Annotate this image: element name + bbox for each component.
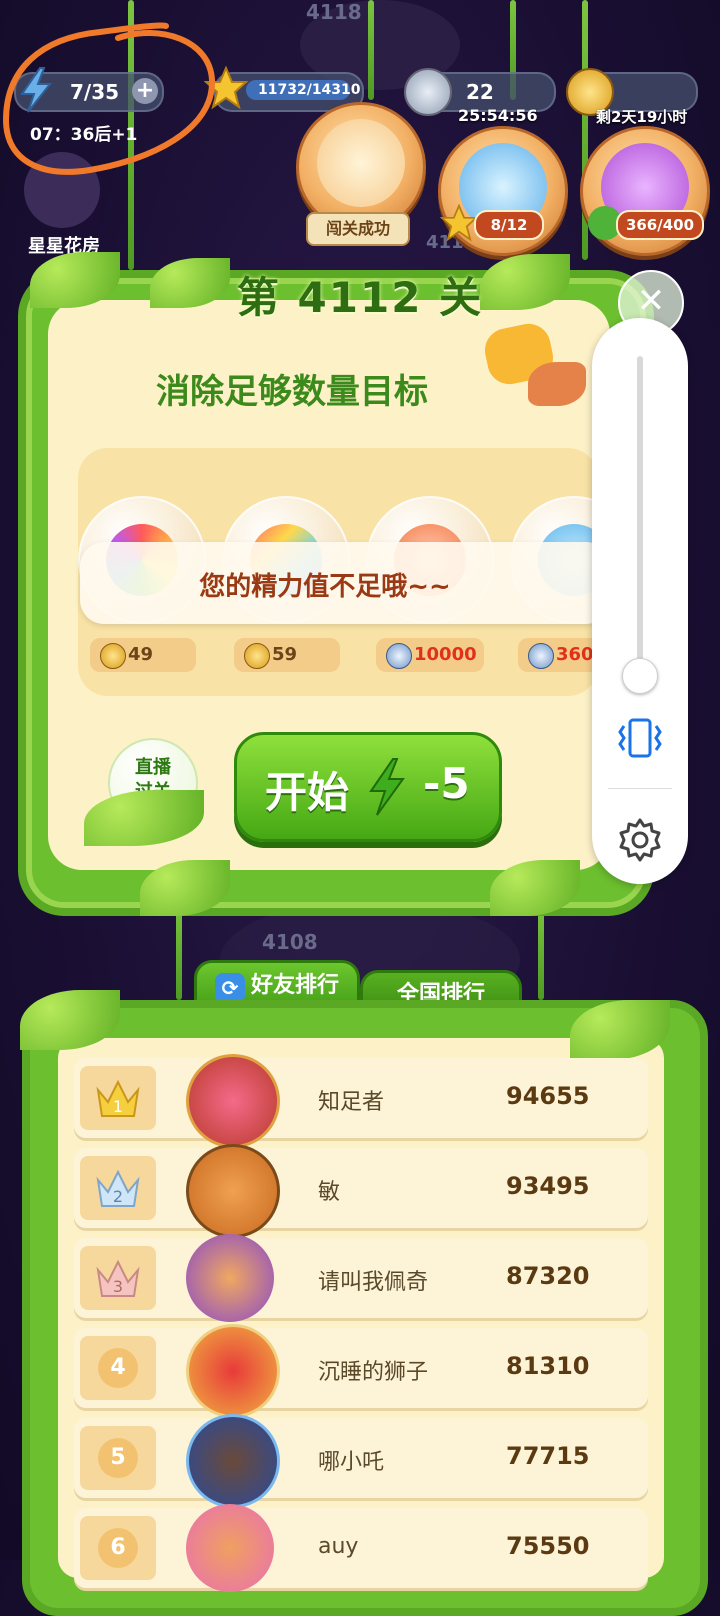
rank-box: 6 — [80, 1516, 156, 1580]
silver-coin-icon — [528, 643, 554, 669]
avatar[interactable] — [186, 1144, 280, 1238]
map-level-number: 4108 — [262, 930, 318, 954]
avatar[interactable] — [186, 1414, 280, 1508]
player-score: 93495 — [506, 1172, 590, 1200]
player-score: 94655 — [506, 1082, 590, 1110]
gold-coin-icon — [100, 643, 126, 669]
chest-timer: 剩2天19小时 — [596, 108, 688, 126]
booster-price-value: 10000 — [414, 644, 477, 665]
booster-price-value: 49 — [128, 644, 154, 665]
leaderboard-row[interactable]: 1 知足者 94655 — [74, 1054, 648, 1148]
leaderboard-row[interactable]: 5 哪小吒 77715 — [74, 1414, 648, 1508]
player-name: 知足者 — [318, 1090, 385, 1115]
goal-description: 消除足够数量目标 — [156, 372, 428, 412]
rank-box: 5 — [80, 1426, 156, 1490]
player-name: 请叫我佩奇 — [318, 1270, 429, 1295]
potion-timer: 25:54:56 — [458, 106, 538, 125]
volume-slider-knob[interactable] — [622, 658, 658, 694]
leaderboard-row[interactable]: 4 沉睡的狮子 81310 — [74, 1324, 648, 1418]
start-energy-cost: -5 — [423, 759, 470, 808]
player-name: 沉睡的狮子 — [318, 1360, 429, 1385]
leaderboard-row[interactable]: 2 敏 93495 — [74, 1144, 648, 1238]
volume-slider-track[interactable] — [637, 356, 643, 686]
rank-box: 2 — [80, 1156, 156, 1220]
silver-crown-icon: 2 — [96, 1169, 140, 1207]
booster-price[interactable]: 59 — [234, 638, 340, 672]
tab-label: 好友排行 — [250, 973, 339, 998]
avatar[interactable] — [186, 1324, 280, 1418]
map-level-number: 4118 — [306, 0, 362, 24]
booster-price[interactable]: 3600 — [518, 638, 592, 672]
orange-annotation-circle — [2, 22, 216, 175]
player-name: 敏 — [318, 1180, 341, 1205]
volume-panel — [592, 318, 688, 884]
start-level-button[interactable]: 开始 -5 — [234, 732, 502, 842]
silver-coin-icon — [386, 643, 412, 669]
booster-price[interactable]: 10000 — [376, 638, 484, 672]
level-title: 第 4112 关 — [236, 273, 484, 322]
bronze-crown-icon: 3 — [96, 1259, 140, 1297]
silver-coin-icon — [404, 68, 452, 116]
avatar[interactable] — [186, 1504, 274, 1592]
avatar[interactable] — [186, 1234, 274, 1322]
rank-number: 4 — [98, 1348, 138, 1388]
player-score: 75550 — [506, 1532, 590, 1560]
refresh-icon: ⟳ — [214, 973, 245, 1003]
svg-text:1: 1 — [113, 1097, 123, 1116]
star-icon — [439, 203, 479, 242]
leaderboard-row[interactable]: 6 auy 75550 — [74, 1504, 648, 1592]
insufficient-energy-toast: 您的精力值不足哦~~ — [80, 542, 610, 624]
chest-count: 366/400 — [616, 210, 704, 240]
rank-box: 4 — [80, 1336, 156, 1400]
sand-pile-icon — [317, 119, 405, 207]
booster-price-value: 3600 — [556, 644, 592, 665]
lightning-icon — [369, 758, 405, 816]
avatar[interactable] — [186, 1054, 280, 1148]
level-success-label: 闯关成功 — [306, 212, 410, 246]
gear-icon[interactable] — [616, 816, 664, 864]
leaderboard-row[interactable]: 3 请叫我佩奇 87320 — [74, 1234, 648, 1322]
stars-count: 11732/14310 — [258, 82, 361, 98]
booster-price-value: 59 — [272, 644, 298, 665]
rank-number: 6 — [98, 1528, 138, 1568]
vibrate-icon[interactable] — [614, 716, 666, 760]
fish-icon — [528, 362, 586, 406]
rank-box: 3 — [80, 1246, 156, 1310]
player-name: auy — [318, 1534, 359, 1559]
booster-price[interactable]: 49 — [90, 638, 196, 672]
coins-count: 22 — [466, 80, 494, 104]
potion-count: 8/12 — [474, 210, 544, 240]
vine — [368, 0, 374, 100]
rank-box: 1 — [80, 1066, 156, 1130]
rank-number: 5 — [98, 1438, 138, 1478]
gold-crown-icon: 1 — [96, 1079, 140, 1117]
player-score: 87320 — [506, 1262, 590, 1290]
start-label: 开始 — [265, 768, 350, 817]
player-score: 81310 — [506, 1352, 590, 1380]
gold-coin-icon — [244, 643, 270, 669]
toast-text: 您的精力值不足哦~~ — [199, 572, 451, 602]
panel-divider — [608, 788, 672, 789]
svg-text:3: 3 — [113, 1277, 123, 1296]
player-name: 哪小吒 — [318, 1450, 385, 1475]
player-score: 77715 — [506, 1442, 590, 1470]
svg-text:2: 2 — [113, 1187, 123, 1206]
